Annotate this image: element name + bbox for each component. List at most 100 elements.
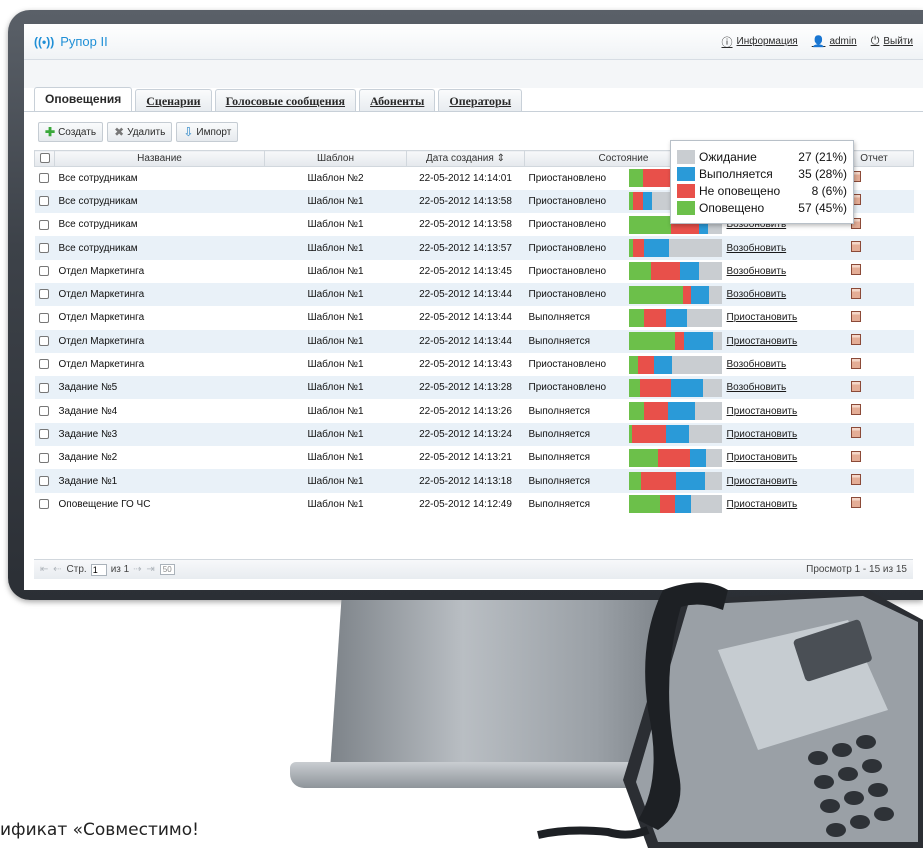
table-row[interactable]: Задание №5 Шаблон №1 22-05-2012 14:13:28 Пр… xyxy=(34,376,914,400)
row-action-link[interactable]: Возобновить xyxy=(727,289,787,300)
report-icon[interactable] xyxy=(850,450,861,462)
table-row[interactable]: Задание №2 Шаблон №1 22-05-2012 14:13:21 Вы… xyxy=(34,446,914,470)
page-input[interactable] xyxy=(90,563,107,576)
tab-scenarios[interactable]: Сценарии xyxy=(135,89,212,111)
page-size-select[interactable]: 50 xyxy=(159,564,175,575)
row-checkbox[interactable] xyxy=(38,359,49,370)
row-checkbox[interactable] xyxy=(38,266,49,277)
row-select-cell[interactable] xyxy=(34,492,55,516)
row-action-link[interactable]: Приостановить xyxy=(727,406,798,417)
row-action-link[interactable]: Возобновить xyxy=(727,382,787,393)
col-date[interactable]: Дата создания ⇕ xyxy=(406,150,525,167)
row-select-cell[interactable] xyxy=(34,236,55,260)
row-select-cell[interactable] xyxy=(34,329,55,353)
app-logo[interactable]: ((•)) Рупор II xyxy=(34,34,108,49)
row-name: Все сотрудникам xyxy=(54,213,265,237)
row-checkbox[interactable] xyxy=(38,475,49,486)
first-prev-icon[interactable]: ⇤ ⇠ xyxy=(40,564,63,575)
row-checkbox[interactable] xyxy=(38,452,49,463)
create-button[interactable]: ✚ Создать xyxy=(38,122,104,142)
row-select-cell[interactable] xyxy=(34,352,55,377)
report-icon[interactable] xyxy=(850,427,861,439)
report-icon[interactable] xyxy=(850,404,861,416)
row-select-cell[interactable] xyxy=(34,469,55,493)
select-all-header[interactable] xyxy=(34,150,55,167)
row-select-cell[interactable] xyxy=(34,166,55,190)
row-action-link[interactable]: Возобновить xyxy=(727,266,787,277)
row-checkbox[interactable] xyxy=(38,289,49,300)
table-row[interactable]: Отдел Маркетинга Шаблон №1 22-05-2012 14:1… xyxy=(34,329,914,353)
import-button[interactable]: ⇩ Импорт xyxy=(176,122,239,142)
next-last-icon[interactable]: ⇢ ⇥ xyxy=(133,564,156,575)
row-action-link[interactable]: Возобновить xyxy=(727,359,787,370)
select-all-checkbox[interactable] xyxy=(39,153,50,164)
row-action-link[interactable]: Приостановить xyxy=(727,429,798,440)
table-row[interactable]: Все сотрудникам Шаблон №1 22-05-2012 14:13… xyxy=(34,236,914,260)
row-select-cell[interactable] xyxy=(34,213,55,237)
logout-link[interactable]: ⏻ Выйти xyxy=(871,34,913,50)
report-icon[interactable] xyxy=(850,334,861,346)
progress-bar xyxy=(628,378,723,397)
info-link[interactable]: ⓘ Информация xyxy=(722,34,798,50)
row-checkbox[interactable] xyxy=(38,336,49,347)
row-checkbox[interactable] xyxy=(38,219,49,230)
row-action-link[interactable]: Приостановить xyxy=(727,312,798,323)
row-action-link[interactable]: Приостановить xyxy=(727,499,798,510)
col-name[interactable]: Название xyxy=(54,150,265,167)
row-select-cell[interactable] xyxy=(34,446,55,470)
progress-seg-waiting xyxy=(698,262,723,281)
row-checkbox[interactable] xyxy=(38,429,49,440)
tab-operators[interactable]: Операторы xyxy=(438,89,523,111)
report-icon[interactable] xyxy=(850,287,861,299)
progress-seg-running xyxy=(670,378,703,397)
progress-bar xyxy=(628,285,723,304)
legend-item: Не оповещено 8 (6%) xyxy=(677,182,847,199)
table-row[interactable]: Задание №4 Шаблон №1 22-05-2012 14:13:26 Вы… xyxy=(34,399,914,423)
table-row[interactable]: Отдел Маркетинга Шаблон №1 22-05-2012 14:1… xyxy=(34,306,914,330)
row-select-cell[interactable] xyxy=(34,422,55,447)
row-select-cell[interactable] xyxy=(34,376,55,400)
table-row[interactable]: Оповещение ГО ЧС Шаблон №1 22-05-2012 14:1… xyxy=(34,492,914,516)
row-action-link[interactable]: Приостановить xyxy=(727,336,798,347)
report-icon[interactable] xyxy=(850,357,861,369)
report-icon[interactable] xyxy=(850,264,861,276)
row-select-cell[interactable] xyxy=(34,259,55,283)
table-row[interactable]: Задание №1 Шаблон №1 22-05-2012 14:13:18 Вы… xyxy=(34,469,914,493)
tab-notifications[interactable]: Оповещения xyxy=(34,87,133,111)
row-progress xyxy=(622,446,723,470)
table-row[interactable]: Задание №3 Шаблон №1 22-05-2012 14:13:24 Вы… xyxy=(34,422,914,447)
row-name: Все сотрудникам xyxy=(54,189,265,214)
row-checkbox[interactable] xyxy=(38,312,49,323)
row-checkbox[interactable] xyxy=(38,382,49,393)
row-name: Отдел Маркетинга xyxy=(54,352,265,377)
delete-button[interactable]: ✖ Удалить xyxy=(107,122,173,142)
row-checkbox[interactable] xyxy=(38,242,49,253)
report-icon[interactable] xyxy=(850,241,861,253)
row-select-cell[interactable] xyxy=(34,282,55,307)
row-select-cell[interactable] xyxy=(34,189,55,214)
row-select-cell[interactable] xyxy=(34,306,55,330)
table-row[interactable]: Отдел Маркетинга Шаблон №1 22-05-2012 14:1… xyxy=(34,259,914,283)
row-select-cell[interactable] xyxy=(34,399,55,423)
row-checkbox[interactable] xyxy=(38,499,49,510)
report-icon[interactable] xyxy=(850,474,861,485)
report-icon[interactable] xyxy=(850,310,861,322)
progress-seg-waiting xyxy=(671,355,723,374)
report-icon[interactable] xyxy=(850,380,861,392)
row-checkbox[interactable] xyxy=(38,173,49,184)
tab-subscribers[interactable]: Абоненты xyxy=(359,89,436,111)
progress-bar xyxy=(628,472,723,490)
progress-bar xyxy=(628,262,723,281)
table-row[interactable]: Отдел Маркетинга Шаблон №1 22-05-2012 14:1… xyxy=(34,352,914,377)
row-action-link[interactable]: Возобновить xyxy=(727,243,787,254)
table-row[interactable]: Отдел Маркетинга Шаблон №1 22-05-2012 14:1… xyxy=(34,282,914,307)
legend-swatch xyxy=(677,200,695,215)
row-checkbox[interactable] xyxy=(38,196,49,207)
tab-voice-messages[interactable]: Голосовые сообщения xyxy=(214,89,357,111)
col-template[interactable]: Шаблон xyxy=(264,150,407,167)
row-action-link[interactable]: Приостановить xyxy=(727,476,798,487)
user-link[interactable]: 👤 admin xyxy=(812,34,857,50)
row-checkbox[interactable] xyxy=(38,405,49,416)
report-icon[interactable] xyxy=(850,497,861,509)
row-action-link[interactable]: Приостановить xyxy=(727,452,798,463)
